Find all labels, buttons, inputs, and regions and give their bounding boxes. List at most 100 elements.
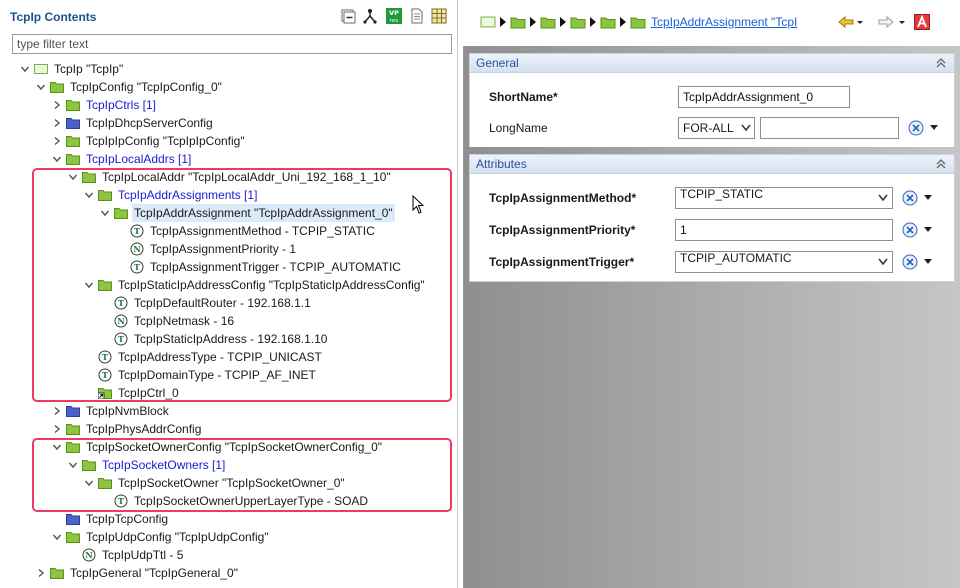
assignment-method-value: TCPIP_STATIC <box>680 187 763 201</box>
tools-icon[interactable] <box>902 222 918 238</box>
tools-icon[interactable] <box>902 254 918 270</box>
chevron-down-icon[interactable] <box>52 532 62 542</box>
chevron-down-icon <box>878 258 888 266</box>
chevron-down-icon[interactable] <box>924 195 932 201</box>
mouse-cursor-icon <box>412 195 425 214</box>
highlight-socket-owner <box>32 438 452 512</box>
breadcrumb-link[interactable]: TcpIpAddrAssignment "TcpI <box>651 15 797 29</box>
tree-item-label: TcpIpCtrls [1] <box>86 98 157 112</box>
breadcrumb-arrow-icon[interactable] <box>558 14 568 30</box>
assignment-trigger-value: TCPIP_AUTOMATIC <box>680 251 792 265</box>
vp-icon-text-top: VP <box>389 9 399 17</box>
number-param-icon: N <box>82 548 96 562</box>
folder-icon <box>66 532 80 543</box>
folder-icon <box>66 424 80 435</box>
chevron-right-icon[interactable] <box>36 568 46 578</box>
module-icon <box>34 64 48 74</box>
chevron-down-icon[interactable] <box>52 154 62 164</box>
tree-item-label: TcpIpTcpConfig <box>86 512 169 526</box>
collapse-all-icon[interactable] <box>340 8 356 24</box>
general-section-title: General <box>476 56 519 70</box>
folder-blue-icon <box>66 406 80 417</box>
collapse-icon[interactable] <box>936 158 946 170</box>
folder-icon[interactable] <box>510 14 526 30</box>
assignment-method-select[interactable]: TCPIP_STATIC <box>675 187 893 209</box>
chevron-down-icon <box>878 194 888 202</box>
assignment-priority-label: TcpIpAssignmentPriority* <box>489 223 636 237</box>
back-arrow-icon[interactable] <box>838 14 854 30</box>
document-icon[interactable] <box>409 8 425 24</box>
vp-icon-text-bottom: res <box>390 18 399 24</box>
editor-panel: TcpIpAddrAssignment "TcpI General ShortN… <box>460 0 960 588</box>
long-name-label: LongName <box>489 121 548 135</box>
tree-item-label: TcpIpPhysAddrConfig <box>86 422 202 436</box>
folder-icon[interactable] <box>600 14 616 30</box>
general-section-header[interactable]: General <box>469 53 955 73</box>
collapse-icon[interactable] <box>936 57 946 69</box>
vp-res-icon[interactable]: VP res <box>386 8 402 24</box>
attributes-section-header[interactable]: Attributes <box>469 154 955 174</box>
tree-item-label: TcpIpNvmBlock <box>86 404 169 418</box>
chevron-right-icon[interactable] <box>52 100 62 110</box>
folder-icon <box>66 100 80 111</box>
module-icon[interactable] <box>480 14 496 30</box>
filter-input[interactable] <box>12 34 452 54</box>
long-name-language-select[interactable]: FOR-ALL <box>678 117 755 139</box>
breadcrumb-arrow-icon[interactable] <box>498 14 508 30</box>
tree-item-label: TcpIpUdpConfig "TcpIpUdpConfig" <box>86 530 269 544</box>
chevron-down-icon[interactable] <box>20 64 30 74</box>
general-section: ShortName* LongName FOR-ALL <box>469 73 955 147</box>
panel-title: TcpIp Contents <box>10 10 97 24</box>
breadcrumb-arrow-icon[interactable] <box>618 14 628 30</box>
tree-item-label: TcpIpDhcpServerConfig <box>86 116 213 130</box>
highlight-local-addr <box>32 168 452 402</box>
folder-icon <box>50 568 64 579</box>
tree-item-label: TcpIpUdpTtl - 5 <box>102 548 184 562</box>
hierarchy-icon[interactable] <box>362 8 378 24</box>
form-editor: General ShortName* LongName FOR-ALL Attr… <box>463 46 960 588</box>
contents-header: TcpIp Contents VP res <box>0 0 458 32</box>
folder-icon[interactable] <box>540 14 556 30</box>
attributes-section: TcpIpAssignmentMethod* TCPIP_STATIC TcpI… <box>469 174 955 282</box>
assignment-trigger-label: TcpIpAssignmentTrigger* <box>489 255 635 269</box>
chevron-right-icon[interactable] <box>52 136 62 146</box>
tree-item-label: TcpIp "TcpIp" <box>54 62 124 76</box>
folder-icon[interactable] <box>570 14 586 30</box>
short-name-input[interactable] <box>678 86 850 108</box>
long-name-language-value: FOR-ALL <box>683 121 734 135</box>
folder-icon <box>66 136 80 147</box>
chevron-down-icon <box>741 124 751 132</box>
tree-item-label: TcpIpGeneral "TcpIpGeneral_0" <box>70 566 238 580</box>
breadcrumb-arrow-icon[interactable] <box>528 14 538 30</box>
folder-icon <box>50 82 64 93</box>
chevron-down-icon[interactable] <box>856 14 864 30</box>
autosar-icon[interactable] <box>914 14 930 30</box>
contents-panel: TcpIp Contents VP res type filter text T… <box>0 0 458 588</box>
chevron-right-icon[interactable] <box>52 406 62 416</box>
tree-item-label: TcpIpIpConfig "TcpIpIpConfig" <box>86 134 245 148</box>
chevron-right-icon[interactable] <box>52 424 62 434</box>
forward-arrow-icon[interactable] <box>878 14 894 30</box>
chevron-down-icon[interactable] <box>924 227 932 233</box>
chevron-down-icon[interactable] <box>930 125 938 131</box>
assignment-trigger-select[interactable]: TCPIP_AUTOMATIC <box>675 251 893 273</box>
table-view-icon[interactable] <box>431 8 447 24</box>
assignment-priority-input[interactable] <box>675 219 893 241</box>
long-name-input[interactable] <box>760 117 899 139</box>
breadcrumb: TcpIpAddrAssignment "TcpI <box>460 0 960 44</box>
chevron-down-icon[interactable] <box>36 82 46 92</box>
breadcrumb-arrow-icon[interactable] <box>588 14 598 30</box>
chevron-down-icon[interactable] <box>924 259 932 265</box>
folder-blue-icon <box>66 118 80 129</box>
folder-icon <box>66 154 80 165</box>
assignment-method-label: TcpIpAssignmentMethod* <box>489 191 637 205</box>
chevron-down-icon[interactable] <box>898 14 906 30</box>
tools-icon[interactable] <box>908 120 924 136</box>
tree-item-label: TcpIpConfig "TcpIpConfig_0" <box>70 80 222 94</box>
short-name-label: ShortName* <box>489 90 558 104</box>
attributes-section-title: Attributes <box>476 157 527 171</box>
folder-icon[interactable] <box>630 14 646 30</box>
svg-text:N: N <box>85 550 92 560</box>
tools-icon[interactable] <box>902 190 918 206</box>
chevron-right-icon[interactable] <box>52 118 62 128</box>
